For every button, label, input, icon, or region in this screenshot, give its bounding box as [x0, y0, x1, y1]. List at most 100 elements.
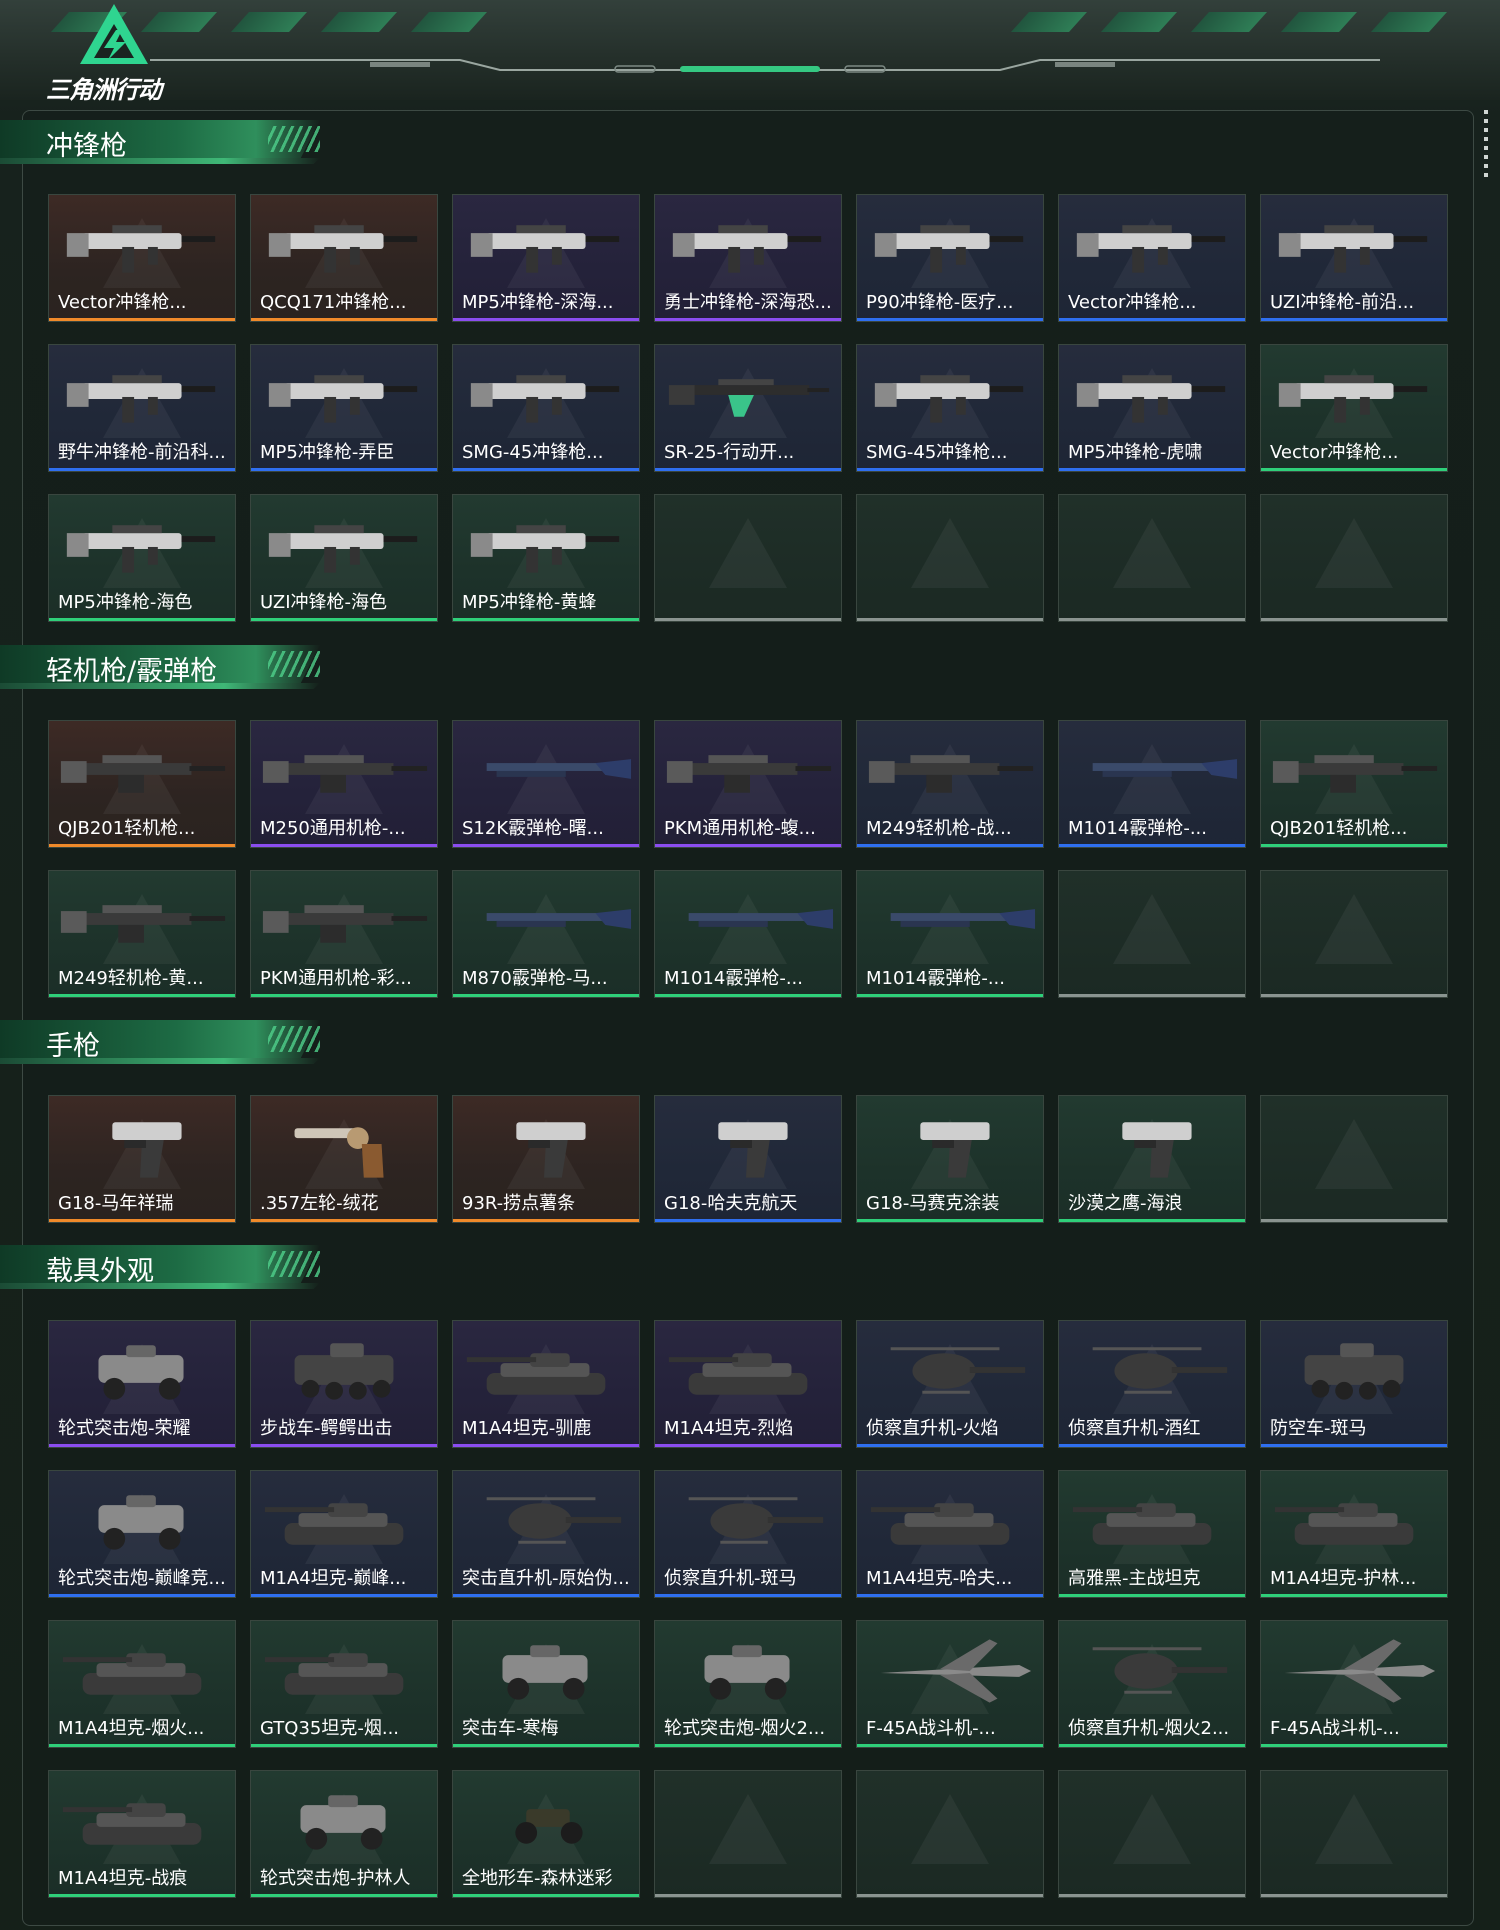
- skin-card[interactable]: 侦察直升机-酒红: [1058, 1320, 1246, 1448]
- pistol-icon: [53, 1104, 231, 1186]
- skin-card[interactable]: 轮式突击炮-荣耀: [48, 1320, 236, 1448]
- skin-card[interactable]: 侦察直升机-火焰: [856, 1320, 1044, 1448]
- skin-card[interactable]: M1A4坦克-巅峰...: [250, 1470, 438, 1598]
- skin-card[interactable]: UZI冲锋枪-海色: [250, 494, 438, 622]
- skin-card[interactable]: G18-马赛克涂装: [856, 1095, 1044, 1223]
- skin-card[interactable]: F-45A战斗机-...: [1260, 1620, 1448, 1748]
- rarity-bar: [453, 318, 639, 321]
- skin-card[interactable]: M1014霰弹枪-...: [1058, 720, 1246, 848]
- skin-card[interactable]: 沙漠之鹰-海浪: [1058, 1095, 1246, 1223]
- skin-card[interactable]: SR-25-行动开...: [654, 344, 842, 472]
- skin-card[interactable]: .357左轮-绒花: [250, 1095, 438, 1223]
- skin-card[interactable]: F-45A战斗机-...: [856, 1620, 1044, 1748]
- rarity-bar: [49, 844, 235, 847]
- skin-card[interactable]: G18-马年祥瑞: [48, 1095, 236, 1223]
- rarity-bar: [655, 318, 841, 321]
- skin-name: 93R-捞点薯条: [462, 1193, 576, 1214]
- tank-icon: [1265, 1479, 1443, 1561]
- section-title: 冲锋枪: [46, 131, 127, 162]
- skin-card[interactable]: 侦察直升机-斑马: [654, 1470, 842, 1598]
- header-stripe: [1370, 12, 1448, 32]
- skin-card[interactable]: M249轻机枪-黄...: [48, 870, 236, 998]
- shotgun-icon: [659, 879, 837, 961]
- rarity-bar: [453, 618, 639, 621]
- skin-card[interactable]: MP5冲锋枪-海色: [48, 494, 236, 622]
- skin-card[interactable]: 高雅黑-主战坦克: [1058, 1470, 1246, 1598]
- skin-card[interactable]: M1A4坦克-护林...: [1260, 1470, 1448, 1598]
- skin-card[interactable]: M250通用机枪-...: [250, 720, 438, 848]
- rarity-bar: [49, 1894, 235, 1897]
- skin-card[interactable]: MP5冲锋枪-虎啸: [1058, 344, 1246, 472]
- skin-card[interactable]: QJB201轻机枪...: [48, 720, 236, 848]
- skin-card[interactable]: M1A4坦克-战痕: [48, 1770, 236, 1898]
- logo-watermark-icon: [911, 518, 989, 588]
- skin-name: 勇士冲锋枪-深海恐...: [664, 292, 832, 313]
- skin-name: 突击直升机-原始伪...: [462, 1568, 630, 1589]
- skin-card[interactable]: 突击直升机-原始伪...: [452, 1470, 640, 1598]
- skin-card[interactable]: PKM通用机枪-彩...: [250, 870, 438, 998]
- rarity-bar: [857, 844, 1043, 847]
- skin-card[interactable]: 轮式突击炮-护林人: [250, 1770, 438, 1898]
- skin-card[interactable]: 轮式突击炮-巅峰竞...: [48, 1470, 236, 1598]
- skin-card[interactable]: M1A4坦克-哈夫...: [856, 1470, 1044, 1598]
- page: 三角洲行动 冲锋枪 Vector冲锋枪... QCQ171冲锋枪... MP5冲锋枪-…: [0, 0, 1500, 1930]
- skin-card[interactable]: P90冲锋枪-医疗...: [856, 194, 1044, 322]
- skin-card[interactable]: S12K霰弹枪-曙...: [452, 720, 640, 848]
- skin-card[interactable]: MP5冲锋枪-黄蜂: [452, 494, 640, 622]
- rarity-bar: [453, 844, 639, 847]
- skin-card[interactable]: M1A4坦克-驯鹿: [452, 1320, 640, 1448]
- skin-card[interactable]: 野牛冲锋枪-前沿科...: [48, 344, 236, 472]
- tank-icon: [861, 1479, 1039, 1561]
- skin-card[interactable]: G18-哈夫克航天: [654, 1095, 842, 1223]
- skin-card[interactable]: QJB201轻机枪...: [1260, 720, 1448, 848]
- skin-card[interactable]: 侦察直升机-烟火2...: [1058, 1620, 1246, 1748]
- rarity-bar: [857, 318, 1043, 321]
- skin-name: Vector冲锋枪...: [1068, 292, 1197, 313]
- skin-card[interactable]: 步战车-鳄鳄出击: [250, 1320, 438, 1448]
- skin-name: F-45A战斗机-...: [866, 1718, 996, 1739]
- skin-card[interactable]: 突击车-寒梅: [452, 1620, 640, 1748]
- skin-card[interactable]: UZI冲锋枪-前沿...: [1260, 194, 1448, 322]
- empty-skin-slot: [654, 494, 842, 622]
- tank-icon: [255, 1479, 433, 1561]
- skin-card[interactable]: M1A4坦克-烈焰: [654, 1320, 842, 1448]
- skin-card[interactable]: M1014霰弹枪-...: [856, 870, 1044, 998]
- rarity-bar: [251, 468, 437, 471]
- skin-card[interactable]: Vector冲锋枪...: [1260, 344, 1448, 472]
- skin-card[interactable]: M1014霰弹枪-...: [654, 870, 842, 998]
- empty-skin-slot: [856, 494, 1044, 622]
- skin-card[interactable]: 轮式突击炮-烟火2...: [654, 1620, 842, 1748]
- scrollbar[interactable]: [1484, 110, 1488, 180]
- rarity-bar: [655, 994, 841, 997]
- rarity-bar: [49, 994, 235, 997]
- skin-card[interactable]: M870霰弹枪-马...: [452, 870, 640, 998]
- skin-card[interactable]: Vector冲锋枪...: [48, 194, 236, 322]
- skin-card[interactable]: M249轻机枪-战...: [856, 720, 1044, 848]
- skin-name: M1014霰弹枪-...: [866, 968, 1005, 989]
- helicopter-icon: [659, 1479, 837, 1561]
- skin-card[interactable]: SMG-45冲锋枪...: [452, 344, 640, 472]
- skin-card[interactable]: 93R-捞点薯条: [452, 1095, 640, 1223]
- rarity-bar: [857, 1744, 1043, 1747]
- skin-name: M1A4坦克-巅峰...: [260, 1568, 407, 1589]
- skin-card[interactable]: MP5冲锋枪-弄臣: [250, 344, 438, 472]
- skin-card[interactable]: PKM通用机枪-蝮...: [654, 720, 842, 848]
- tank-icon: [659, 1329, 837, 1411]
- skin-card[interactable]: GTQ35坦克-烟...: [250, 1620, 438, 1748]
- skin-card[interactable]: SMG-45冲锋枪...: [856, 344, 1044, 472]
- skin-card[interactable]: QCQ171冲锋枪...: [250, 194, 438, 322]
- rarity-bar: [251, 618, 437, 621]
- skin-card[interactable]: M1A4坦克-烟火...: [48, 1620, 236, 1748]
- smg-icon: [1063, 353, 1241, 435]
- skin-name: PKM通用机枪-彩...: [260, 968, 412, 989]
- rarity-bar: [1261, 468, 1447, 471]
- skin-name: G18-哈夫克航天: [664, 1193, 798, 1214]
- skin-card[interactable]: 防空车-斑马: [1260, 1320, 1448, 1448]
- skin-card[interactable]: 全地形车-森林迷彩: [452, 1770, 640, 1898]
- smg-icon: [53, 353, 231, 435]
- skin-card[interactable]: MP5冲锋枪-深海...: [452, 194, 640, 322]
- skin-card[interactable]: 勇士冲锋枪-深海恐...: [654, 194, 842, 322]
- header-stripe: [410, 12, 488, 32]
- skin-card[interactable]: Vector冲锋枪...: [1058, 194, 1246, 322]
- pistol-icon: [861, 1104, 1039, 1186]
